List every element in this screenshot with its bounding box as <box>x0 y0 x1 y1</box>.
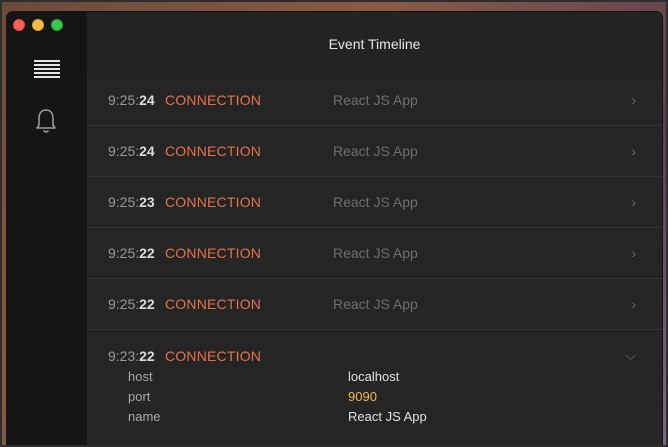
event-row[interactable]: 9:25:22 CONNECTION React JS App › <box>87 279 662 330</box>
event-message: React JS App <box>333 143 418 159</box>
detail-key: port <box>128 389 151 404</box>
detail-key: name <box>128 409 161 424</box>
event-type: CONNECTION <box>165 296 262 312</box>
detail-row: name React JS App <box>87 409 662 429</box>
event-message: React JS App <box>333 296 418 312</box>
detail-value: React JS App <box>348 409 427 424</box>
event-type: CONNECTION <box>165 245 262 261</box>
event-row[interactable]: 9:25:23 CONNECTION React JS App › <box>87 177 662 228</box>
event-message: React JS App <box>333 194 418 210</box>
detail-value: 9090 <box>348 389 377 404</box>
event-row[interactable]: 9:25:22 CONNECTION React JS App › <box>87 228 662 279</box>
bell-icon[interactable] <box>34 108 58 141</box>
event-time: 9:25:22 <box>108 245 155 261</box>
window-controls <box>13 19 63 31</box>
minimize-window-button[interactable] <box>32 19 44 31</box>
main-panel: Event Timeline 9:25:24 CONNECTION React … <box>87 12 662 447</box>
event-message: React JS App <box>333 92 418 108</box>
event-time: 9:25:22 <box>108 296 155 312</box>
chevron-right-icon: › <box>631 143 636 159</box>
sidebar <box>7 12 87 447</box>
chevron-right-icon: › <box>631 194 636 210</box>
close-window-button[interactable] <box>13 19 25 31</box>
event-time: 9:25:24 <box>108 143 155 159</box>
event-time: 9:25:24 <box>108 92 155 108</box>
event-time: 9:25:23 <box>108 194 155 210</box>
event-details: host localhost port 9090 name React JS A… <box>87 369 662 429</box>
event-type: CONNECTION <box>165 347 262 364</box>
event-type: CONNECTION <box>165 194 262 210</box>
chevron-right-icon: › <box>631 92 636 108</box>
chevron-right-icon: › <box>631 296 636 312</box>
app-window: Event Timeline 9:25:24 CONNECTION React … <box>7 12 662 447</box>
event-message: React JS App <box>333 245 418 261</box>
event-type: CONNECTION <box>165 143 262 159</box>
page-title: Event Timeline <box>328 35 421 52</box>
event-row[interactable]: 9:25:24 CONNECTION React JS App › <box>87 126 662 177</box>
detail-value: localhost <box>348 369 400 384</box>
detail-row: port 9090 <box>87 389 662 409</box>
event-type: CONNECTION <box>165 92 262 108</box>
event-time: 9:23:22 <box>108 347 155 364</box>
chevron-right-icon: › <box>631 245 636 261</box>
event-list: 9:25:24 CONNECTION React JS App › 9:25:2… <box>87 75 662 381</box>
menu-icon[interactable] <box>34 60 60 80</box>
detail-key: host <box>128 369 153 384</box>
titlebar: Event Timeline <box>87 12 662 75</box>
event-row[interactable]: 9:25:24 CONNECTION React JS App › <box>87 75 662 126</box>
zoom-window-button[interactable] <box>51 19 63 31</box>
chevron-down-icon: ⌵ <box>625 347 636 363</box>
detail-row: host localhost <box>87 369 662 389</box>
